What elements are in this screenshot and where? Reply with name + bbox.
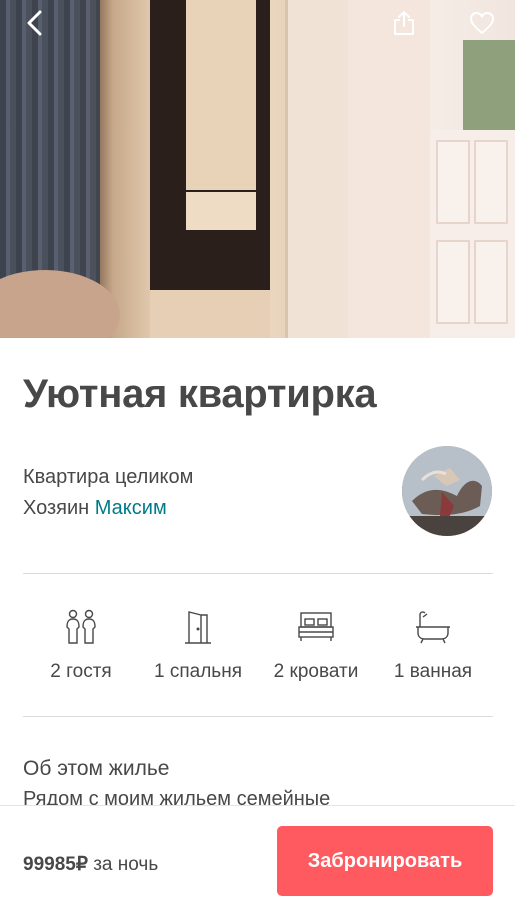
heart-icon (470, 12, 494, 34)
photo-door (350, 0, 430, 338)
booking-footer: 99985₽ за ночь Забронировать (0, 806, 515, 919)
photo-wardrobe (285, 0, 348, 338)
avatar-image (402, 446, 492, 536)
bathtub-icon (416, 611, 450, 644)
amenity-bathrooms: 1 ванная (373, 605, 493, 683)
guests-icon (66, 609, 96, 644)
photo-cabinet (150, 0, 270, 338)
about-title: Об этом жилье (23, 757, 170, 780)
price-line: 99985₽ за ночь (23, 853, 158, 876)
host-name-link[interactable]: Максим (95, 497, 167, 519)
divider (23, 573, 493, 574)
back-button[interactable] (19, 8, 49, 38)
book-button[interactable]: Забронировать (277, 826, 493, 896)
listing-photo[interactable] (0, 0, 515, 338)
amenity-guests-label: 2 гостя (50, 661, 112, 682)
amenity-bathrooms-label: 1 ванная (393, 661, 473, 682)
bed-icon (298, 612, 334, 641)
amenity-bedrooms-label: 1 спальня (154, 661, 242, 682)
price-per-night: за ночь (93, 854, 159, 875)
amenity-bedrooms: 1 спальня (138, 605, 258, 683)
favorite-button[interactable] (467, 8, 497, 38)
listing-title: Уютная квартирка (23, 372, 377, 416)
photo-door-panels (430, 130, 515, 338)
share-button[interactable] (389, 8, 419, 38)
divider (23, 716, 493, 717)
host-line: Хозяин Максим (23, 497, 167, 520)
amenity-guests: 2 гостя (21, 605, 141, 683)
chevron-left-icon (27, 10, 42, 36)
host-avatar[interactable] (402, 446, 492, 536)
price-value: 99985₽ (23, 854, 88, 875)
amenity-beds-label: 2 кровати (273, 661, 359, 682)
host-prefix: Хозяин (23, 497, 90, 519)
listing-type: Квартира целиком (23, 466, 194, 488)
share-icon (394, 11, 414, 35)
photo-calendar (463, 40, 515, 140)
amenity-beds: 2 кровати (256, 605, 376, 683)
photo-sofa (0, 270, 120, 338)
door-icon (185, 611, 211, 644)
